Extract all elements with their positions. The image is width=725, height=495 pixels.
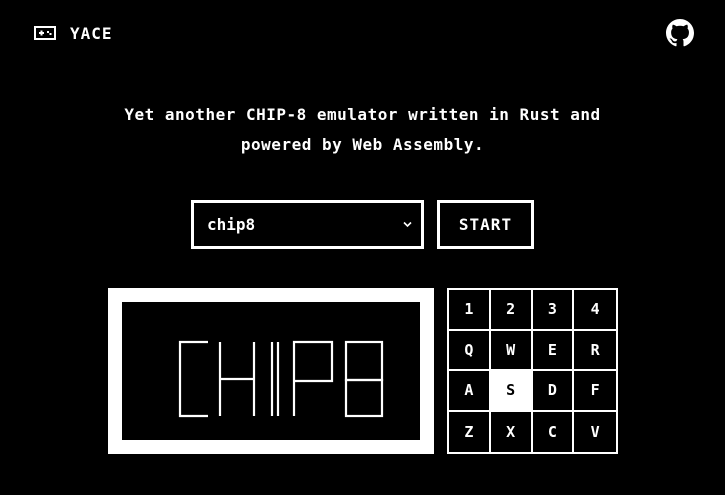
github-icon[interactable]: [666, 19, 694, 47]
key-d[interactable]: D: [532, 371, 575, 412]
key-s[interactable]: S: [490, 371, 533, 412]
key-2[interactable]: 2: [490, 290, 533, 331]
key-r[interactable]: R: [574, 330, 616, 371]
rom-select[interactable]: chip8: [191, 200, 424, 249]
chevron-down-icon: [403, 221, 412, 228]
tagline: Yet another CHIP-8 emulator written in R…: [0, 100, 725, 160]
screen-display-text: [178, 340, 384, 418]
rom-select-value: chip8: [207, 215, 256, 234]
key-w[interactable]: W: [490, 330, 533, 371]
key-1[interactable]: 1: [449, 290, 491, 331]
emulator-display: [122, 302, 420, 440]
key-z[interactable]: Z: [449, 411, 491, 452]
key-c[interactable]: C: [532, 411, 575, 452]
key-3[interactable]: 3: [532, 290, 575, 331]
start-button[interactable]: START: [437, 200, 534, 249]
key-x[interactable]: X: [490, 411, 533, 452]
key-4[interactable]: 4: [574, 290, 616, 331]
key-f[interactable]: F: [574, 371, 616, 412]
brand-name: YACE: [70, 23, 113, 43]
gamepad-icon: [34, 26, 56, 40]
key-v[interactable]: V: [574, 411, 616, 452]
keypad: 1234 QWER ASDF ZXCV: [447, 288, 618, 454]
key-a[interactable]: A: [449, 371, 491, 412]
brand: YACE: [34, 22, 113, 44]
emulator-screen: [108, 288, 434, 454]
key-e[interactable]: E: [532, 330, 575, 371]
tagline-line-1: Yet another CHIP-8 emulator written in R…: [124, 105, 601, 124]
tagline-line-2: powered by Web Assembly.: [240, 135, 485, 154]
key-q[interactable]: Q: [449, 330, 491, 371]
